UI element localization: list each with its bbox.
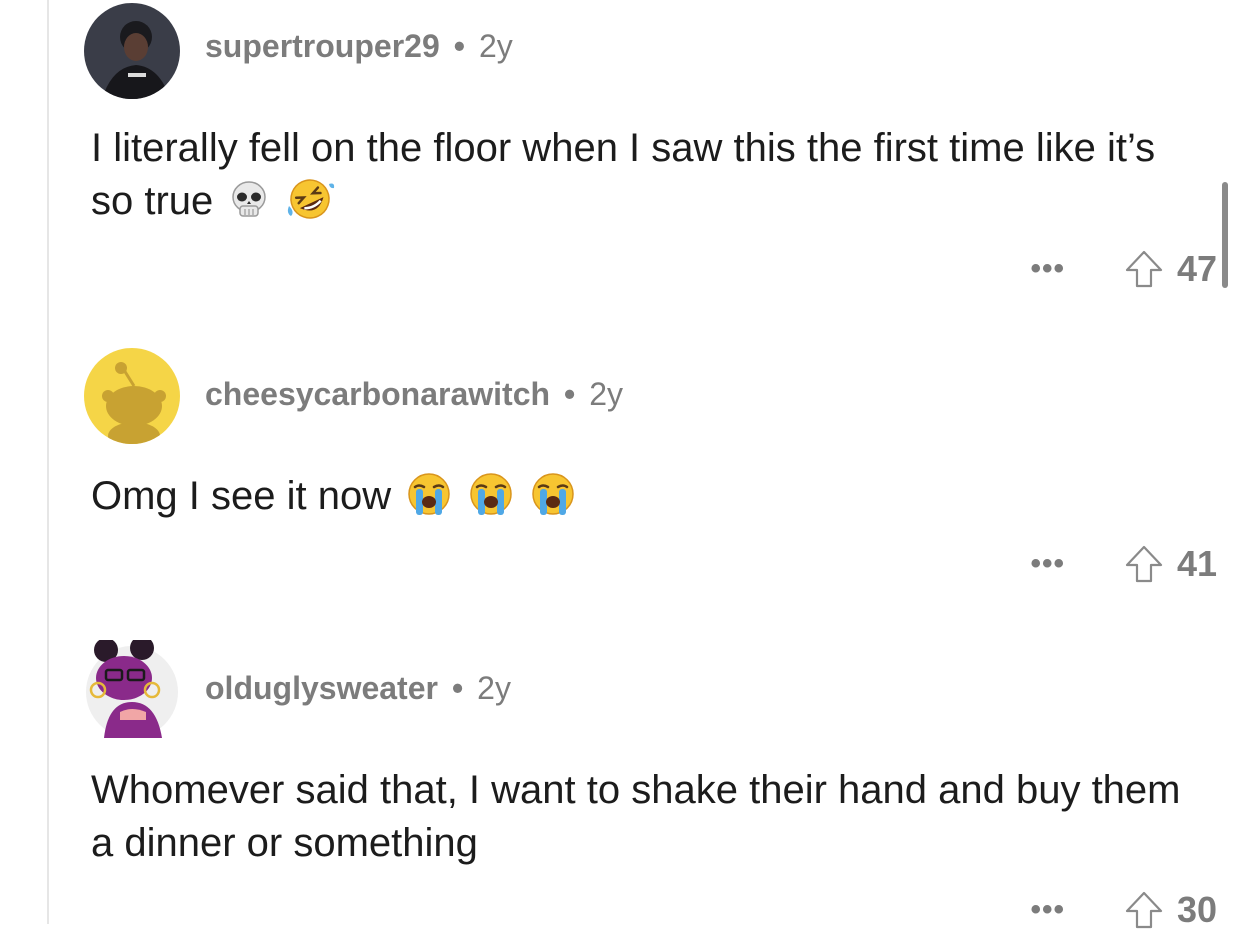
username[interactable]: cheesycarbonarawitch: [205, 376, 550, 412]
more-options-button[interactable]: •••: [1030, 254, 1065, 284]
separator-dot: •: [453, 28, 465, 64]
upvote-arrow-icon[interactable]: [1123, 543, 1165, 585]
skull-emoji-icon: [227, 178, 271, 222]
separator-dot: •: [451, 670, 464, 706]
upvote-arrow-icon[interactable]: [1123, 889, 1165, 931]
comment-body: I literally fell on the floor when I saw…: [91, 122, 1201, 228]
comment-text: Omg I see it now: [91, 474, 392, 518]
separator-dot: •: [564, 376, 576, 412]
snoo-avatar-image: [84, 348, 180, 444]
comment-body: Whomever said that, I want to shake thei…: [91, 764, 1201, 870]
rolling-on-floor-laughing-emoji-icon: [285, 176, 335, 222]
loudly-crying-face-emoji-icon: [467, 471, 515, 517]
vote-score: 47: [1176, 248, 1217, 289]
comment-meta: supertrouper29 • 2y: [205, 28, 513, 65]
loudly-crying-face-emoji-icon: [529, 471, 577, 517]
comment-age: 2y: [477, 670, 511, 706]
avatar[interactable]: [84, 640, 180, 738]
more-options-button[interactable]: •••: [1030, 549, 1065, 579]
upvote-arrow-icon[interactable]: [1123, 248, 1165, 290]
loudly-crying-face-emoji-icon: [405, 471, 453, 517]
user-avatar-image: [84, 3, 180, 99]
comment-actions: ••• 41: [1030, 542, 1217, 586]
username[interactable]: olduglysweater: [205, 670, 438, 706]
comment-actions: ••• 30: [1030, 888, 1217, 932]
username[interactable]: supertrouper29: [205, 28, 440, 64]
avatar[interactable]: [84, 3, 180, 99]
comment-text: Whomever said that, I want to shake thei…: [91, 768, 1181, 865]
comment-actions: ••• 47: [1030, 247, 1217, 291]
thread-line: [47, 0, 49, 924]
comment-body: Omg I see it now: [91, 470, 1201, 523]
comment-meta: cheesycarbonarawitch • 2y: [205, 376, 623, 413]
vote-score: 30: [1176, 889, 1217, 930]
vote-score: 41: [1176, 543, 1217, 584]
snoo-avatar-image: [86, 640, 178, 738]
more-options-button[interactable]: •••: [1030, 895, 1065, 925]
comment-age: 2y: [589, 376, 624, 412]
comment-meta: olduglysweater • 2y: [205, 670, 511, 707]
comment-age: 2y: [478, 28, 513, 64]
scrollbar[interactable]: [1222, 182, 1228, 288]
avatar[interactable]: [84, 348, 180, 444]
